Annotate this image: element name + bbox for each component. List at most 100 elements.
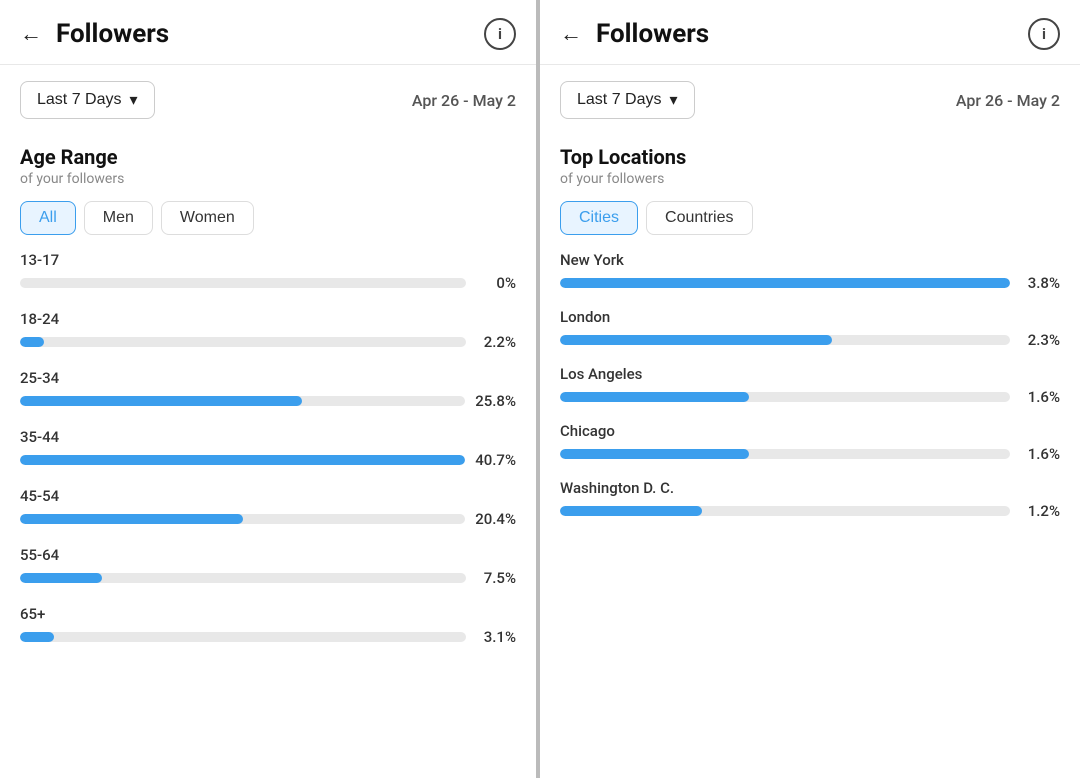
bar-label: 65+ (20, 605, 516, 623)
right-section-subtitle: of your followers (540, 171, 1080, 201)
bar-value: 3.8% (1020, 274, 1060, 292)
right-info-icon[interactable]: i (1028, 18, 1060, 50)
bar-fill (560, 278, 1010, 288)
bar-value: 7.5% (476, 569, 516, 587)
location-bar-row: Washington D. C. 1.2% (560, 479, 1060, 520)
right-section-title: Top Locations (540, 135, 1080, 171)
bar-container: 1.6% (560, 388, 1060, 406)
right-filter-bar: Last 7 Days ▾ Apr 26 - May 2 (540, 65, 1080, 135)
bar-label: 18-24 (20, 310, 516, 328)
left-section-title: Age Range (0, 135, 536, 171)
right-header: ← Followers i (540, 0, 1080, 65)
left-back-button[interactable]: ← (20, 21, 42, 47)
left-info-icon[interactable]: i (484, 18, 516, 50)
bar-fill (20, 337, 44, 347)
location-name: Los Angeles (560, 365, 1060, 383)
bar-value: 2.2% (476, 333, 516, 351)
bar-track (20, 396, 465, 406)
bar-track (20, 278, 466, 288)
right-chart-section: New York 3.8% London 2.3% Los Angeles (540, 251, 1080, 778)
left-filter-bar: Last 7 Days ▾ Apr 26 - May 2 (0, 65, 536, 135)
location-bar-row: London 2.3% (560, 308, 1060, 349)
bar-container: 3.1% (20, 628, 516, 646)
age-bar-row: 35-44 40.7% (20, 428, 516, 469)
bar-container: 2.2% (20, 333, 516, 351)
bar-value: 1.2% (1020, 502, 1060, 520)
location-bar-row: Los Angeles 1.6% (560, 365, 1060, 406)
right-back-button[interactable]: ← (560, 21, 582, 47)
bar-fill (560, 449, 749, 459)
right-page-title: Followers (596, 19, 709, 49)
bar-track (20, 632, 466, 642)
left-dropdown-chevron-icon: ▾ (129, 90, 137, 110)
left-section-subtitle: of your followers (0, 171, 536, 201)
bar-label: 13-17 (20, 251, 516, 269)
bar-track (20, 573, 466, 583)
bar-track (560, 449, 1010, 459)
left-date-range: Apr 26 - May 2 (412, 91, 516, 110)
bar-value: 20.4% (475, 510, 516, 528)
tab-countries[interactable]: Countries (646, 201, 752, 235)
bar-track (560, 278, 1010, 288)
bar-label: 45-54 (20, 487, 516, 505)
left-header-left: ← Followers (20, 19, 169, 49)
bar-fill (20, 455, 465, 465)
bar-value: 1.6% (1020, 445, 1060, 463)
bar-container: 40.7% (20, 451, 516, 469)
bar-value: 2.3% (1020, 331, 1060, 349)
location-bar-row: New York 3.8% (560, 251, 1060, 292)
bar-label: 55-64 (20, 546, 516, 564)
age-bar-row: 18-24 2.2% (20, 310, 516, 351)
left-page-title: Followers (56, 19, 169, 49)
bar-container: 3.8% (560, 274, 1060, 292)
left-chart-section: 13-17 0% 18-24 2.2% 25-34 25.8% (0, 251, 536, 778)
left-panel: ← Followers i Last 7 Days ▾ Apr 26 - May… (0, 0, 540, 778)
bar-track (20, 337, 466, 347)
location-bar-row: Chicago 1.6% (560, 422, 1060, 463)
age-bar-row: 55-64 7.5% (20, 546, 516, 587)
location-name: Chicago (560, 422, 1060, 440)
location-name: Washington D. C. (560, 479, 1060, 497)
age-bar-row: 25-34 25.8% (20, 369, 516, 410)
bar-track (560, 335, 1010, 345)
location-name: New York (560, 251, 1060, 269)
right-dropdown-label: Last 7 Days (577, 91, 661, 109)
bar-label: 25-34 (20, 369, 516, 387)
right-date-range: Apr 26 - May 2 (956, 91, 1060, 110)
right-panel: ← Followers i Last 7 Days ▾ Apr 26 - May… (540, 0, 1080, 778)
bar-fill (20, 573, 102, 583)
bar-fill (560, 335, 832, 345)
bar-fill (20, 396, 302, 406)
bar-track (20, 455, 465, 465)
bar-value: 25.8% (475, 392, 516, 410)
location-name: London (560, 308, 1060, 326)
tab-cities[interactable]: Cities (560, 201, 638, 235)
bar-container: 0% (20, 274, 516, 292)
age-bar-row: 65+ 3.1% (20, 605, 516, 646)
bar-fill (560, 392, 749, 402)
tab-all[interactable]: All (20, 201, 76, 235)
right-dropdown-chevron-icon: ▾ (669, 90, 677, 110)
bar-value: 0% (476, 274, 516, 292)
left-dropdown-label: Last 7 Days (37, 91, 121, 109)
bar-container: 7.5% (20, 569, 516, 587)
bar-track (560, 506, 1010, 516)
bar-fill (20, 514, 243, 524)
bar-container: 25.8% (20, 392, 516, 410)
bar-value: 1.6% (1020, 388, 1060, 406)
bar-fill (560, 506, 702, 516)
left-time-filter-dropdown[interactable]: Last 7 Days ▾ (20, 81, 155, 119)
right-header-left: ← Followers (560, 19, 709, 49)
bar-label: 35-44 (20, 428, 516, 446)
bar-value: 40.7% (475, 451, 516, 469)
bar-track (20, 514, 465, 524)
tab-men[interactable]: Men (84, 201, 153, 235)
bar-container: 2.3% (560, 331, 1060, 349)
right-time-filter-dropdown[interactable]: Last 7 Days ▾ (560, 81, 695, 119)
bar-container: 1.2% (560, 502, 1060, 520)
right-tab-group: Cities Countries (540, 201, 1080, 251)
left-header: ← Followers i (0, 0, 536, 65)
left-tab-group: All Men Women (0, 201, 536, 251)
tab-women[interactable]: Women (161, 201, 254, 235)
bar-track (560, 392, 1010, 402)
